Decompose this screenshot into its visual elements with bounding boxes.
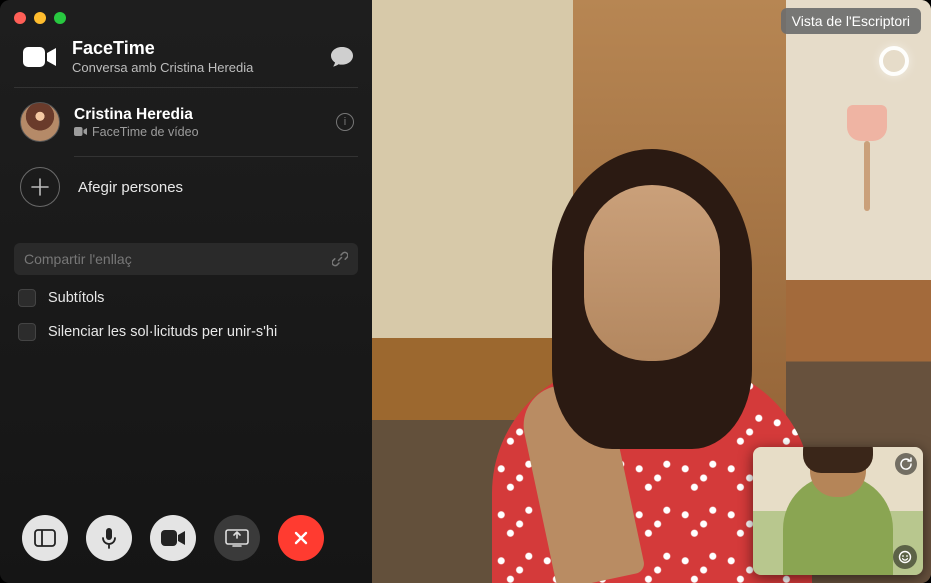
share-link-placeholder: Compartir l'enllaç (24, 251, 132, 267)
close-window-button[interactable] (14, 12, 26, 24)
screenshare-button[interactable] (214, 515, 260, 561)
sidebar-toggle-button[interactable] (22, 515, 68, 561)
subtitles-option[interactable]: Subtítols (0, 275, 372, 309)
self-view-pip[interactable] (753, 447, 923, 575)
app-subtitle: Conversa amb Cristina Heredia (72, 60, 316, 75)
desktop-view-badge[interactable]: Vista de l'Escriptori (781, 8, 921, 34)
add-people-button[interactable]: Afegir persones (0, 157, 372, 225)
avatar (20, 102, 60, 142)
live-photo-button[interactable] (879, 46, 909, 76)
camera-button[interactable] (150, 515, 196, 561)
call-controls (0, 497, 372, 583)
info-icon[interactable]: i (336, 113, 354, 131)
subtitles-checkbox[interactable] (18, 289, 36, 307)
participant-name: Cristina Heredia (74, 106, 322, 124)
mute-button[interactable] (86, 515, 132, 561)
participant-subtitle-text: FaceTime de vídeo (92, 125, 199, 139)
window-controls (0, 0, 372, 30)
end-call-button[interactable] (278, 515, 324, 561)
plus-icon (20, 167, 60, 207)
silence-join-checkbox[interactable] (18, 323, 36, 341)
facetime-window: FaceTime Conversa amb Cristina Heredia C… (0, 0, 931, 583)
fullscreen-window-button[interactable] (54, 12, 66, 24)
subtitles-label: Subtítols (48, 290, 104, 306)
add-people-label: Afegir persones (78, 179, 183, 196)
silence-join-label: Silenciar les sol·licituds per unir-s'hi (48, 324, 277, 340)
sidebar-panel: FaceTime Conversa amb Cristina Heredia C… (0, 0, 372, 583)
participant-subtitle: FaceTime de vídeo (74, 125, 322, 139)
video-icon (74, 127, 87, 136)
participant-row[interactable]: Cristina Heredia FaceTime de vídeo i (0, 88, 372, 156)
minimize-window-button[interactable] (34, 12, 46, 24)
main-video-area: Vista de l'Escriptori (372, 0, 931, 583)
link-icon (332, 251, 348, 267)
app-title: FaceTime (72, 38, 316, 59)
share-link-field[interactable]: Compartir l'enllaç (14, 243, 358, 275)
silence-join-option[interactable]: Silenciar les sol·licituds per unir-s'hi (0, 309, 372, 343)
reactions-button[interactable] (893, 545, 917, 569)
messages-button[interactable] (330, 46, 354, 68)
app-header: FaceTime Conversa amb Cristina Heredia (0, 30, 372, 87)
rotate-icon[interactable] (895, 453, 917, 475)
video-icon (22, 44, 58, 70)
